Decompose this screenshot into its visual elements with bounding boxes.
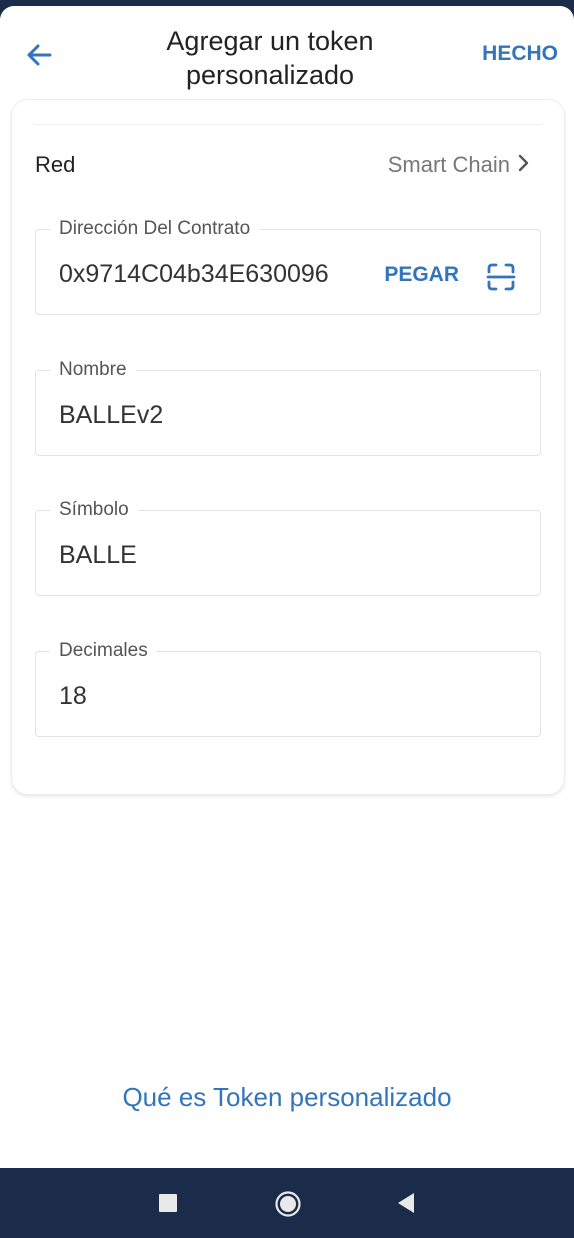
recents-square-icon[interactable] [159,1194,177,1212]
token-name-label: Nombre [50,359,136,381]
contract-address-field: Dirección Del Contrato 0x9714C04b34E6300… [35,218,541,315]
token-symbol-field: Símbolo BALLE [35,499,541,596]
paste-button[interactable]: PEGAR [384,263,459,287]
contract-address-input[interactable]: 0x9714C04b34E630096 [59,260,329,289]
token-symbol-input[interactable]: BALLE [59,541,137,570]
page-title: Agregar un token personalizado [166,26,374,90]
token-name-input[interactable]: BALLEv2 [59,401,163,430]
back-button[interactable] [22,38,56,72]
what-is-custom-token-link[interactable]: Qué es Token personalizado [0,1082,574,1113]
contract-address-label: Dirección Del Contrato [50,218,260,240]
token-form-card: Red Smart Chain Dirección Del Contrato 0… [12,100,564,794]
network-selector[interactable]: Red Smart Chain [12,140,564,186]
add-token-sheet: Agregar un token personalizado HECHO Red… [0,6,574,1168]
done-button[interactable]: HECHO [482,42,558,66]
qr-scan-icon[interactable] [486,262,516,292]
arrow-left-icon [27,44,52,66]
home-circle-icon[interactable] [274,1190,302,1218]
token-decimals-label: Decimales [50,640,157,662]
back-triangle-icon[interactable] [396,1192,416,1214]
token-decimals-field: Decimales 18 [35,640,541,737]
system-navigation-bar [0,1168,574,1238]
token-decimals-input[interactable]: 18 [59,682,87,711]
network-value: Smart Chain [387,152,510,177]
screen: Agregar un token personalizado HECHO Red… [0,0,574,1238]
token-symbol-label: Símbolo [50,499,138,521]
token-name-field: Nombre BALLEv2 [35,359,541,456]
chevron-right-icon [518,154,529,172]
divider [34,124,542,125]
network-label: Red [35,152,76,177]
